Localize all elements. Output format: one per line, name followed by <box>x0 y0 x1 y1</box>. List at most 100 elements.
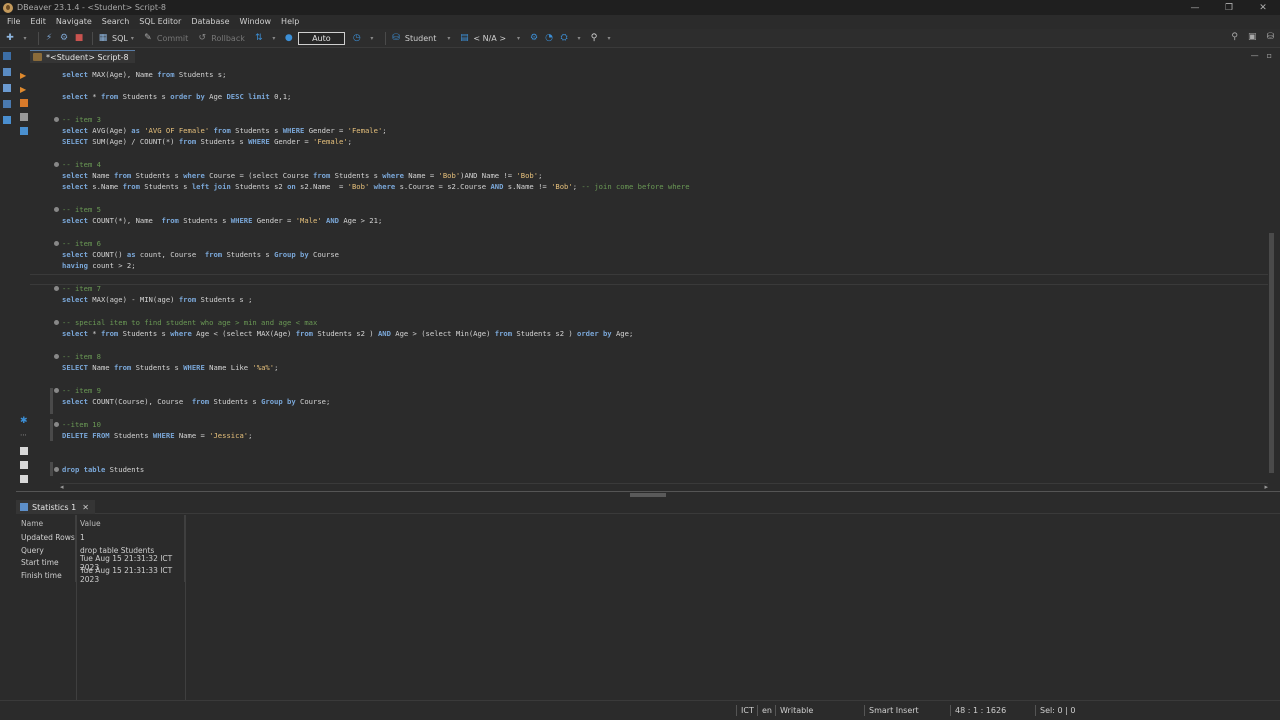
execute-in-new-tab-icon[interactable] <box>20 99 28 107</box>
code-line[interactable]: select COUNT(Course), Course from Studen… <box>62 396 330 407</box>
code-line[interactable]: -- item 3 <box>62 114 101 125</box>
tab-statistics-1[interactable]: Statistics 1 ✕ <box>16 500 95 514</box>
menu-window[interactable]: Window <box>235 17 277 26</box>
settings-gear-icon[interactable]: ✱ <box>20 416 28 426</box>
editor-vertical-scrollbar[interactable] <box>1268 63 1276 483</box>
scroll-left-icon[interactable]: ◂ <box>60 483 64 491</box>
sql-editor-button[interactable]: ▦ SQL ▾ <box>97 32 134 44</box>
code-line[interactable]: -- item 4 <box>62 159 101 170</box>
perspective-icon[interactable]: ▣ <box>1248 32 1257 42</box>
document-icon[interactable] <box>20 447 28 455</box>
pending-transactions-icon[interactable]: ◷ <box>351 32 363 44</box>
code-line[interactable]: select MAX(age) - MIN(age) from Students… <box>62 294 252 305</box>
code-line[interactable]: -- item 9 <box>62 385 101 396</box>
search-icon[interactable]: ⚲ <box>1231 32 1238 42</box>
fold-marker-icon[interactable] <box>54 320 59 325</box>
maximize-panel-icon[interactable]: ▫ <box>1267 51 1272 60</box>
fold-marker-icon[interactable] <box>54 354 59 359</box>
dropdown-arrow-icon[interactable]: ▾ <box>366 32 378 44</box>
fold-marker-icon[interactable] <box>54 241 59 246</box>
fold-marker-icon[interactable] <box>54 286 59 291</box>
code-line[interactable]: drop table Students <box>62 464 144 475</box>
fold-marker-icon[interactable] <box>54 388 59 393</box>
more-options-icon[interactable]: ⋯ <box>20 431 28 439</box>
menu-sql-editor[interactable]: SQL Editor <box>134 17 186 26</box>
navigator-icon[interactable] <box>3 52 11 60</box>
code-line[interactable]: select MAX(Age), Name from Students s; <box>62 69 226 80</box>
disconnect-icon[interactable]: ⚙ <box>58 32 70 44</box>
menu-help[interactable]: Help <box>276 17 304 26</box>
code-line[interactable]: -- special item to find student who age … <box>62 317 317 328</box>
code-line[interactable]: select Name from Students s where Course… <box>62 170 542 181</box>
explain-plan-icon[interactable] <box>20 113 28 121</box>
search-objects-icon[interactable]: ⚲ <box>588 32 600 44</box>
menu-search[interactable]: Search <box>97 17 134 26</box>
outline-icon[interactable] <box>3 100 11 108</box>
projects-icon[interactable] <box>3 68 11 76</box>
menu-edit[interactable]: Edit <box>25 17 51 26</box>
table-row[interactable]: Finish time Tue Aug 15 21:31:33 ICT 2023 <box>16 566 185 584</box>
active-schema-selector[interactable]: ▤ < N/A > ▾ <box>458 32 520 44</box>
commit-button[interactable]: ✎ Commit <box>142 32 188 44</box>
database-tools-icon[interactable]: ⛭ <box>558 32 570 44</box>
dropdown-arrow-icon[interactable]: ▾ <box>19 32 31 44</box>
code-line[interactable]: -- item 5 <box>62 204 101 215</box>
code-line[interactable]: -- item 8 <box>62 351 101 362</box>
execute-statement-icon[interactable]: ▶ <box>20 71 28 80</box>
dropdown-arrow-icon[interactable]: ▾ <box>603 32 615 44</box>
database-perspective-icon[interactable]: ⛁ <box>1266 32 1274 42</box>
dropdown-arrow-icon[interactable]: ▾ <box>268 32 280 44</box>
code-line[interactable]: SELECT Name from Students s WHERE Name L… <box>62 362 278 373</box>
close-icon[interactable]: ✕ <box>1246 0 1280 15</box>
document-edit-icon[interactable] <box>20 461 28 469</box>
tab-script-8[interactable]: *<Student> Script-8 <box>30 50 135 63</box>
fold-marker-icon[interactable] <box>54 162 59 167</box>
fold-marker-icon[interactable] <box>54 117 59 122</box>
dropdown-arrow-icon[interactable]: ▾ <box>573 32 585 44</box>
fold-marker-icon[interactable] <box>54 207 59 212</box>
transaction-mode-field[interactable]: Auto <box>297 31 345 45</box>
code-line[interactable]: select * from Students s order by Age DE… <box>62 91 291 102</box>
minimize-panel-icon[interactable]: — <box>1251 51 1259 60</box>
editor-horizontal-scrollbar[interactable]: ◂ ▸ <box>60 483 1268 491</box>
code-line[interactable]: select * from Students s where Age < (se… <box>62 328 633 339</box>
menu-file[interactable]: File <box>2 17 25 26</box>
dashboard-icon[interactable]: ◔ <box>543 32 555 44</box>
close-tab-icon[interactable]: ✕ <box>82 503 89 512</box>
fold-marker-icon[interactable] <box>54 422 59 427</box>
code-line[interactable]: SELECT SUM(Age) / COUNT(*) from Students… <box>62 136 352 147</box>
database-tasks-icon[interactable] <box>3 116 11 124</box>
new-connection-icon[interactable]: ✚ <box>4 32 16 44</box>
splitter-grip[interactable] <box>630 493 666 497</box>
table-row[interactable]: Updated Rows 1 <box>16 531 185 544</box>
rollback-button[interactable]: ↺ Rollback <box>196 32 245 44</box>
scroll-right-icon[interactable]: ▸ <box>1264 483 1268 491</box>
bookmarks-icon[interactable] <box>3 84 11 92</box>
connect-icon[interactable]: ⚡ <box>43 32 55 44</box>
minimize-icon[interactable]: — <box>1178 0 1212 15</box>
code-line[interactable]: --item 10 <box>62 419 101 430</box>
code-line[interactable]: -- item 6 <box>62 238 101 249</box>
settings-icon[interactable]: ⚙ <box>528 32 540 44</box>
fold-marker-icon[interactable] <box>54 467 59 472</box>
editor-results-splitter[interactable] <box>16 491 1280 498</box>
code-line[interactable]: select s.Name from Students s left join … <box>62 181 690 192</box>
execute-script-icon[interactable]: ▶ <box>20 85 28 94</box>
column-header-name[interactable]: Name <box>16 515 76 531</box>
output-log-icon[interactable] <box>20 127 28 135</box>
transaction-log-icon[interactable]: ● <box>283 32 295 44</box>
code-line[interactable]: select COUNT() as count, Course from Stu… <box>62 249 339 260</box>
document-error-icon[interactable] <box>20 475 28 483</box>
menu-database[interactable]: Database <box>186 17 234 26</box>
code-line[interactable]: DELETE FROM Students WHERE Name = 'Jessi… <box>62 430 252 441</box>
column-header-value[interactable]: Value <box>76 515 185 531</box>
editor-vertical-scroll-thumb[interactable] <box>1269 233 1274 473</box>
restore-icon[interactable]: ❐ <box>1212 0 1246 15</box>
code-line[interactable]: having count > 2; <box>62 260 136 271</box>
active-connection-selector[interactable]: ⛁ Student ▾ <box>390 32 450 44</box>
code-line[interactable]: select COUNT(*), Name from Students s WH… <box>62 215 382 226</box>
code-line[interactable]: select AVG(Age) as 'AVG OF Female' from … <box>62 125 387 136</box>
sql-editor[interactable]: select MAX(Age), Name from Students s; se… <box>30 63 1268 483</box>
menu-navigate[interactable]: Navigate <box>51 17 97 26</box>
transaction-mode-icon[interactable]: ⇅ <box>253 32 265 44</box>
